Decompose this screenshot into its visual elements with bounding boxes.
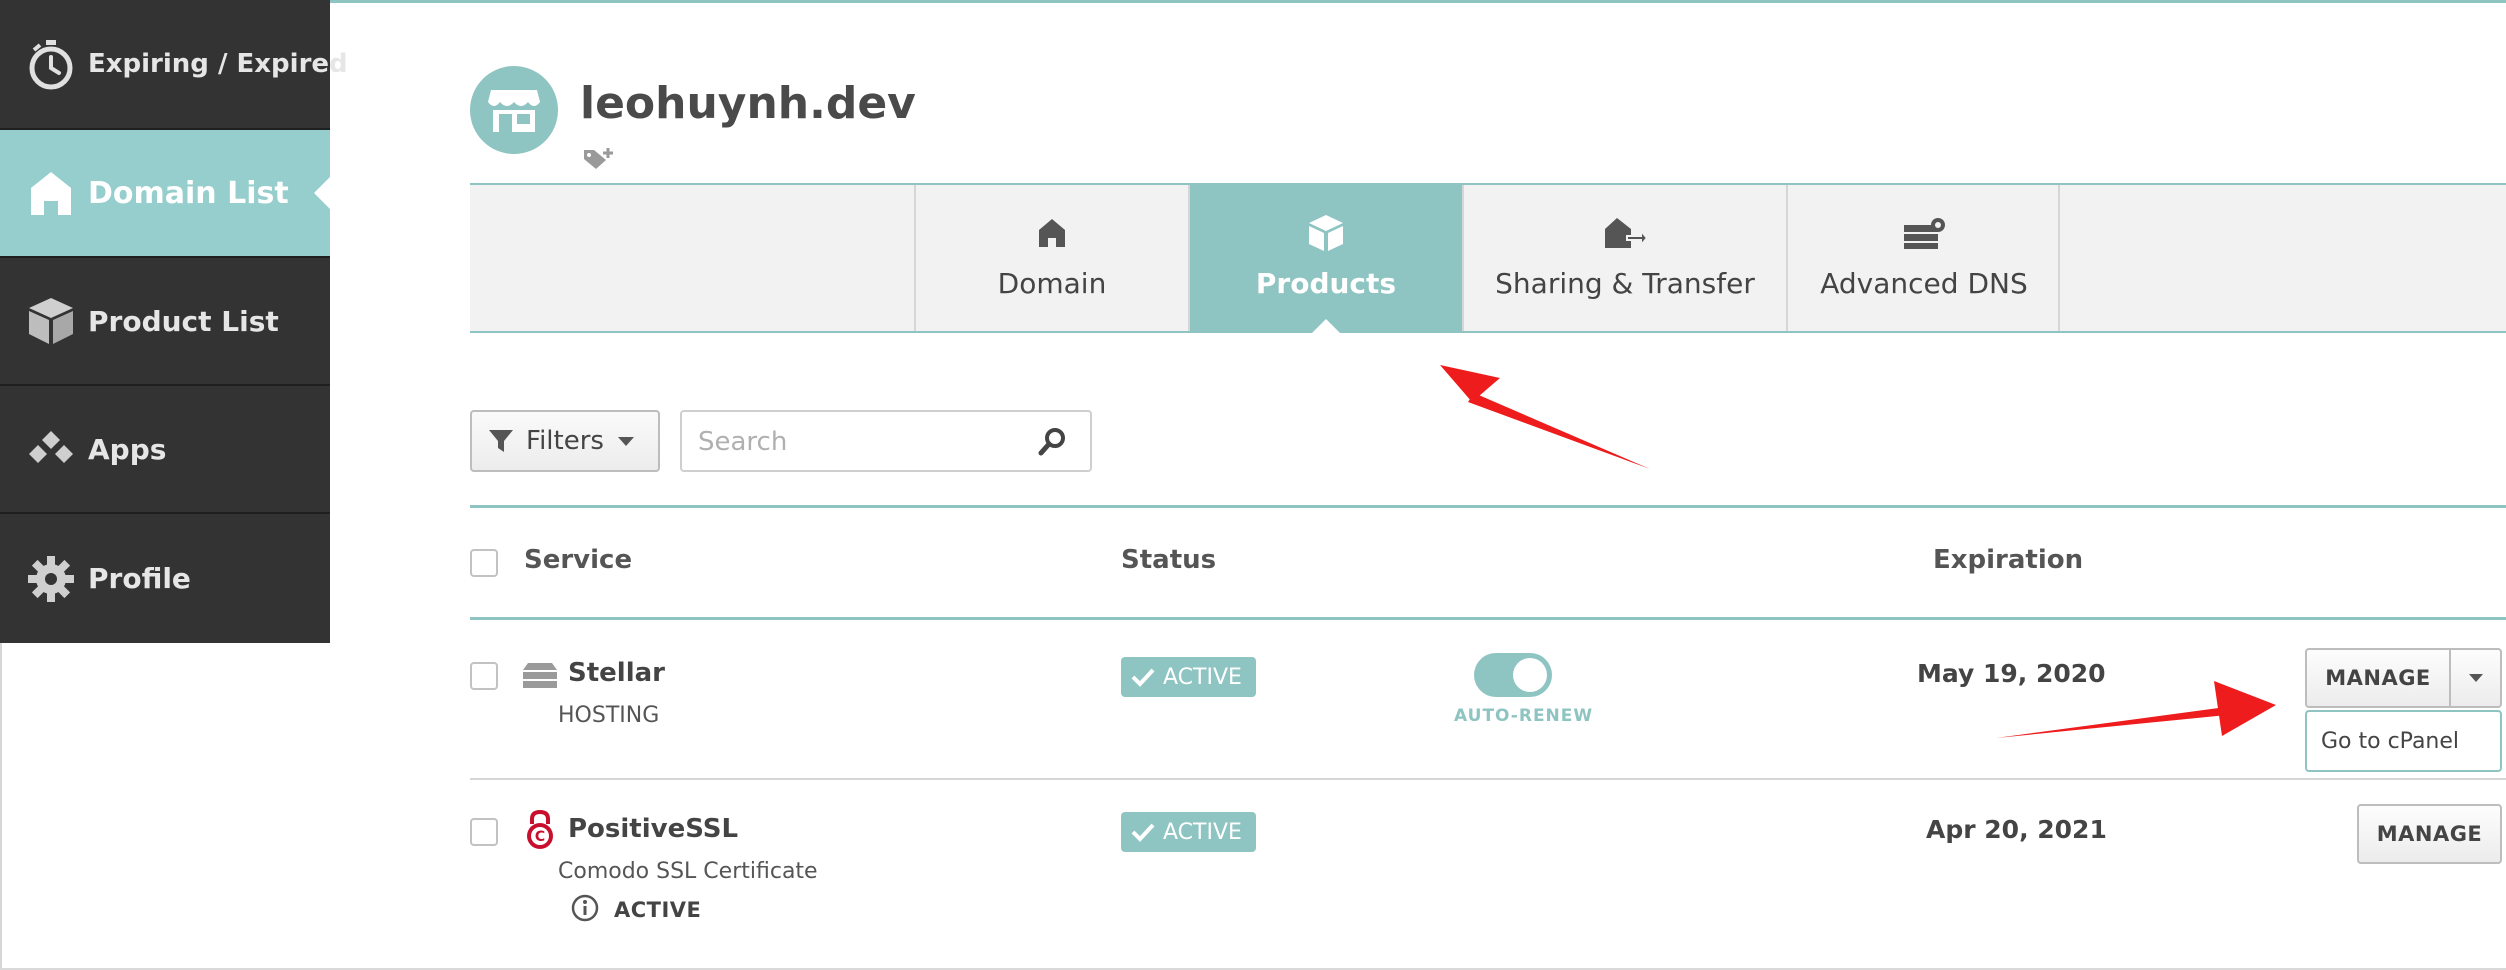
ssl-status-info: ACTIVE (570, 893, 701, 927)
sidebar-item-label: Expiring / Expired (88, 49, 348, 79)
ssl-lock-icon: C (524, 809, 556, 854)
filter-icon (488, 428, 514, 454)
storefront-icon (470, 66, 558, 154)
stopwatch-icon (24, 37, 78, 91)
search-input[interactable] (696, 412, 1020, 472)
manage-dropdown-toggle[interactable] (2451, 650, 2500, 706)
row-checkbox[interactable] (470, 662, 498, 690)
home-icon (1037, 213, 1067, 253)
arrow-to-products-tab-icon (1440, 365, 1650, 469)
search-icon[interactable] (1038, 426, 1068, 460)
service-name[interactable]: PositiveSSL (568, 814, 738, 844)
chevron-down-icon (617, 436, 634, 446)
top-border (330, 0, 2506, 3)
manage-button[interactable]: MANAGE (2357, 804, 2502, 864)
box-icon (1307, 213, 1345, 253)
house-transfer-icon (1603, 213, 1647, 253)
service-type: HOSTING (558, 703, 660, 728)
tab-advanced-dns[interactable]: Advanced DNS (1786, 185, 2060, 331)
expiration-date: May 19, 2020 (1917, 659, 2106, 688)
sidebar-item-label: Domain List (88, 175, 289, 211)
tab-domain[interactable]: Domain (914, 185, 1188, 331)
info-icon[interactable] (570, 893, 600, 927)
tag-plus-icon[interactable] (582, 146, 616, 174)
auto-renew-label: AUTO-RENEW (1454, 706, 1594, 726)
expiration-date: Apr 20, 2021 (1926, 815, 2107, 844)
status-badge: ACTIVE (1121, 657, 1256, 697)
sidebar: Expiring / Expired Domain List Product L… (0, 0, 348, 643)
tab-divider (2058, 185, 2060, 331)
column-header-service: Service (524, 545, 633, 575)
chevron-down-icon (2468, 674, 2483, 682)
server-icon (522, 662, 558, 694)
check-icon (1131, 822, 1155, 842)
tab-products[interactable]: Products (1188, 185, 1462, 333)
arrow-to-manage-button-icon (1996, 681, 2276, 738)
domain-title: leohuynh.dev (580, 78, 916, 129)
auto-renew-toggle[interactable] (1474, 653, 1552, 697)
filters-label: Filters (526, 426, 604, 456)
tab-label: Products (1255, 267, 1397, 300)
gear-icon (24, 552, 78, 606)
go-to-cpanel-item[interactable]: Go to cPanel (2321, 729, 2459, 754)
service-type: Comodo SSL Certificate (558, 859, 818, 884)
status-text: ACTIVE (1163, 819, 1242, 845)
manage-split-button: MANAGE (2305, 648, 2502, 708)
sidebar-item-label: Profile (88, 562, 191, 595)
check-icon (1131, 667, 1155, 687)
sidebar-item-apps[interactable]: Apps (0, 386, 330, 512)
sidebar-item-profile[interactable]: Profile (0, 514, 330, 643)
tab-label: Sharing & Transfer (1495, 267, 1755, 300)
status-badge: ACTIVE (1121, 812, 1256, 852)
left-border (0, 643, 2, 970)
status-text: ACTIVE (1163, 664, 1242, 690)
tab-label: Advanced DNS (1820, 267, 2028, 300)
sidebar-item-domain-list[interactable]: Domain List (0, 130, 330, 256)
sidebar-item-label: Product List (88, 304, 279, 338)
manage-button[interactable]: MANAGE (2307, 650, 2451, 706)
filters-button[interactable]: Filters (470, 410, 660, 472)
svg-text:C: C (535, 829, 545, 845)
sidebar-item-product-list[interactable]: Product List (0, 258, 330, 384)
table-header-rule (470, 617, 2506, 620)
service-name[interactable]: Stellar (568, 658, 665, 688)
home-icon (24, 166, 78, 220)
sidebar-item-expiring[interactable]: Expiring / Expired (0, 0, 348, 128)
row-divider (470, 778, 2506, 780)
tab-label: Domain (997, 267, 1107, 300)
select-all-checkbox[interactable] (470, 549, 498, 577)
apps-icon (24, 422, 78, 476)
ssl-status-text: ACTIVE (614, 898, 702, 922)
column-header-status: Status (1121, 545, 1217, 575)
tab-sharing-transfer[interactable]: Sharing & Transfer (1462, 185, 1786, 331)
domain-tab-bar: Domain Products Sharing & Transfer Advan… (470, 183, 2506, 333)
manage-dropdown-menu: Go to cPanel (2305, 710, 2502, 772)
toggle-knob (1513, 658, 1547, 692)
server-gear-icon (1902, 213, 1946, 253)
column-header-expiration: Expiration (1933, 545, 2084, 575)
sidebar-item-label: Apps (88, 432, 167, 466)
table-top-rule (470, 505, 2506, 508)
row-checkbox[interactable] (470, 818, 498, 846)
search-box[interactable] (680, 410, 1092, 472)
box-icon (24, 294, 78, 348)
